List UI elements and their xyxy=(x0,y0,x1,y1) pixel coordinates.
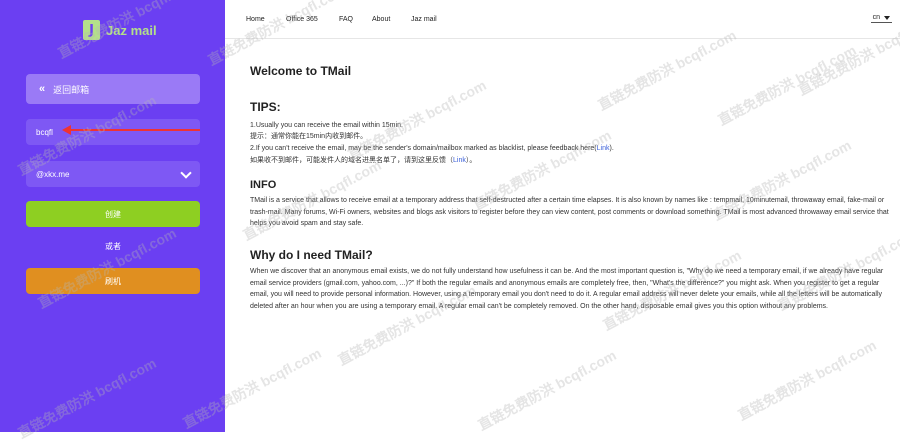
tip-2-cn-text: 如果收不到邮件，可能发件人的域名进黑名单了，请到这里反馈（ xyxy=(250,157,453,164)
chevron-down-icon xyxy=(180,166,192,179)
why-heading: Why do I need TMail? xyxy=(250,248,373,262)
tip-2-end: ). xyxy=(609,145,614,152)
nav-home[interactable]: Home xyxy=(246,16,265,23)
sidebar: J Jaz mail « 返回邮箱 bcqfl @xkx.me 创建 或者 刷机 xyxy=(0,0,225,432)
tips-heading: TIPS: xyxy=(250,100,281,114)
watermark: 直链免费防洪 bcqfl.com xyxy=(715,41,859,129)
top-nav: Home Office 365 FAQ About Jaz mail cn xyxy=(225,0,900,39)
or-separator: 或者 xyxy=(105,242,121,251)
tip-2-cn-end: ）。 xyxy=(465,157,477,164)
nav-jaz-mail[interactable]: Jaz mail xyxy=(411,16,437,23)
red-arrow-annotation xyxy=(62,125,202,135)
back-to-mailbox-button[interactable]: « 返回邮箱 xyxy=(26,74,200,104)
tip-2-cn-link[interactable]: Link xyxy=(453,157,466,164)
nav-office-365[interactable]: Office 365 xyxy=(286,16,318,23)
tip-2-cn: 如果收不到邮件，可能发件人的域名进黑名单了，请到这里反馈（Link）。 xyxy=(250,155,890,167)
info-heading: INFO xyxy=(250,179,277,191)
tip-1: 1.Usually you can receive the email with… xyxy=(250,122,403,129)
tip-1-cn: 提示：通常你能在15min内收到邮件。 xyxy=(250,133,368,140)
why-text: When we discover that an anonymous email… xyxy=(250,268,884,310)
email-name-value: bcqfl xyxy=(36,127,53,137)
domain-select[interactable]: @xkx.me xyxy=(26,161,200,187)
back-button-label: 返回邮箱 xyxy=(53,84,90,95)
language-value: cn xyxy=(872,14,880,21)
logo-text: Jaz mail xyxy=(106,22,157,38)
tip-2-text: 2.If you can't receive the email, may be… xyxy=(250,145,597,152)
arrow-line xyxy=(70,129,200,131)
create-button[interactable]: 创建 xyxy=(26,201,200,227)
watermark: 直链免费防洪 bcqfl.com xyxy=(735,336,879,424)
info-text: TMail is a service that allows to receiv… xyxy=(250,197,889,227)
caret-down-icon xyxy=(884,15,890,20)
domain-select-value: @xkx.me xyxy=(36,169,70,179)
tip-2: 2.If you can't receive the email, may be… xyxy=(250,143,890,155)
page-title: Welcome to TMail xyxy=(250,64,352,78)
watermark: 直链免费防洪 bcqfl.com xyxy=(475,346,619,434)
logo-icon: J xyxy=(83,20,100,40)
nav-faq[interactable]: FAQ xyxy=(339,16,353,23)
arrow-head-icon xyxy=(62,125,71,135)
nav-about[interactable]: About xyxy=(372,16,390,23)
double-chevron-left-icon: « xyxy=(39,83,46,95)
language-select[interactable]: cn xyxy=(870,14,892,23)
refresh-button[interactable]: 刷机 xyxy=(26,268,200,294)
tip-2-link[interactable]: Link xyxy=(597,145,610,152)
logo[interactable]: J Jaz mail xyxy=(83,20,157,40)
